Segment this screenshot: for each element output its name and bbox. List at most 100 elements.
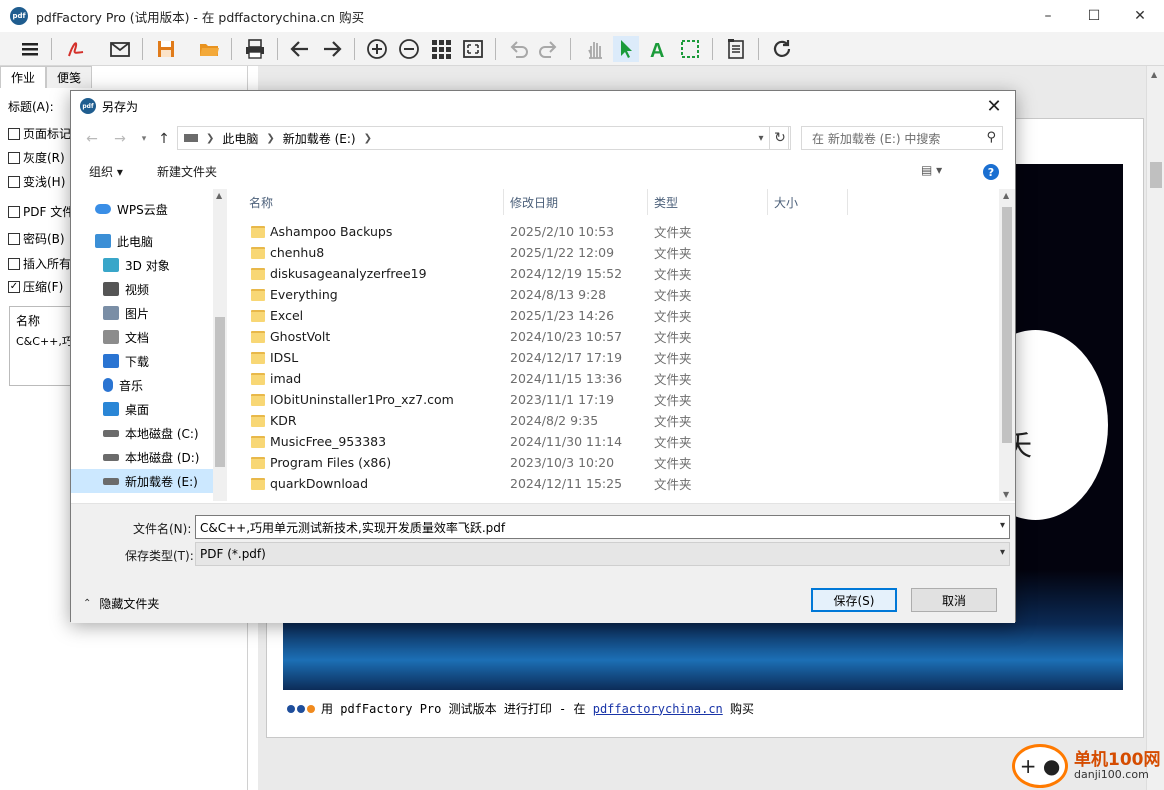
zoom-in-icon[interactable] (364, 36, 390, 62)
column-divider[interactable] (847, 189, 848, 215)
address-dropdown-icon[interactable]: ▾ (751, 126, 771, 150)
redo-icon[interactable] (535, 36, 561, 62)
checkbox[interactable] (8, 175, 20, 188)
scroll-up-icon[interactable]: ▲ (216, 191, 222, 200)
window-close-button[interactable]: ✕ (1117, 0, 1163, 32)
thumbnails-grid-icon[interactable] (428, 36, 454, 62)
address-bar[interactable]: ❯ 此电脑 ❯ 新加载卷 (E:) ❯ (177, 126, 789, 150)
column-date[interactable]: 修改日期 (510, 189, 558, 215)
scrollbar-thumb[interactable] (215, 317, 225, 467)
select-cursor-icon[interactable] (613, 36, 639, 62)
search-box[interactable]: 在 新加载卷 (E:) 中搜索 ⚲ (801, 126, 1003, 150)
hide-folders-toggle[interactable]: ⌃ 隐藏文件夹 (83, 595, 159, 612)
checkbox[interactable] (8, 127, 20, 140)
option-insert-all[interactable]: 插入所有 (8, 255, 71, 272)
nav-recent-chevron-icon[interactable]: ▾ (133, 127, 155, 151)
nav-item-desktop[interactable]: 桌面 (71, 397, 213, 421)
cancel-button[interactable]: 取消 (911, 588, 997, 612)
chevron-down-icon[interactable]: ▾ (1000, 547, 1005, 558)
option-lighten[interactable]: 变浅(H) (8, 173, 65, 190)
minimize-button[interactable]: – (1025, 0, 1071, 32)
print-icon[interactable] (242, 36, 268, 62)
breadcrumb-this-pc[interactable]: 此电脑 (222, 130, 258, 147)
nav-item-wps-cloud[interactable]: WPS云盘 (71, 197, 213, 221)
scrollbar-thumb[interactable] (1150, 162, 1162, 188)
column-size[interactable]: 大小 (774, 189, 798, 215)
nav-item-drive-e[interactable]: 新加载卷 (E:) (71, 469, 213, 493)
file-row[interactable]: MusicFree_953383 2024/11/30 11:14 文件夹 (229, 431, 999, 452)
nav-item-music[interactable]: 音乐 (71, 373, 213, 397)
file-row[interactable]: Program Files (x86) 2023/10/3 10:20 文件夹 (229, 452, 999, 473)
fit-page-icon[interactable] (460, 36, 486, 62)
file-row[interactable]: chenhu8 2025/1/22 12:09 文件夹 (229, 242, 999, 263)
file-row[interactable]: imad 2024/11/15 13:36 文件夹 (229, 368, 999, 389)
text-tool-icon[interactable]: A (645, 36, 671, 62)
preview-scrollbar[interactable]: ▲ (1146, 66, 1164, 790)
file-row[interactable]: KDR 2024/8/2 9:35 文件夹 (229, 410, 999, 431)
maximize-button[interactable]: ☐ (1071, 0, 1117, 32)
nav-item-drive-d[interactable]: 本地磁盘 (D:) (71, 445, 213, 469)
nav-item-videos[interactable]: 视频 (71, 277, 213, 301)
file-row[interactable]: Everything 2024/8/13 9:28 文件夹 (229, 284, 999, 305)
nav-item-this-pc[interactable]: 此电脑 (71, 229, 213, 253)
new-folder-button[interactable]: 新建文件夹 (157, 163, 217, 180)
filename-input[interactable]: C&C++,巧用单元测试新技术,实现开发质量效率飞跃.pdf ▾ (195, 515, 1010, 539)
file-row[interactable]: IObitUninstaller1Pro_xz7.com 2023/11/1 17… (229, 389, 999, 410)
column-name[interactable]: ⌃ 名称 (249, 189, 397, 215)
navigation-pane-scrollbar[interactable]: ▲ (213, 189, 227, 501)
breadcrumb-drive-e[interactable]: 新加载卷 (E:) (283, 130, 356, 147)
address-refresh-icon[interactable]: ↻ (769, 126, 791, 150)
column-divider[interactable] (503, 189, 504, 215)
option-grayscale[interactable]: 灰度(R) (8, 149, 65, 166)
file-row[interactable]: IDSL 2024/12/17 17:19 文件夹 (229, 347, 999, 368)
area-select-icon[interactable] (677, 36, 703, 62)
nav-up-icon[interactable]: ↑ (153, 127, 175, 151)
nav-item-downloads[interactable]: 下载 (71, 349, 213, 373)
file-row[interactable]: Excel 2025/1/23 14:26 文件夹 (229, 305, 999, 326)
column-divider[interactable] (767, 189, 768, 215)
filetype-select[interactable]: PDF (*.pdf) ▾ (195, 542, 1010, 566)
zoom-out-icon[interactable] (396, 36, 422, 62)
file-row[interactable]: Ashampoo Backups 2025/2/10 10:53 文件夹 (229, 221, 999, 242)
chevron-down-icon[interactable]: ▾ (1000, 520, 1005, 531)
help-icon[interactable]: ? (983, 164, 999, 180)
save-icon[interactable] (153, 36, 179, 62)
nav-item-drive-c[interactable]: 本地磁盘 (C:) (71, 421, 213, 445)
checkbox-checked[interactable]: ✓ (8, 280, 20, 293)
file-row[interactable]: diskusageanalyzerfree19 2024/12/19 15:52 文… (229, 263, 999, 284)
tab-notes[interactable]: 便笺 (46, 66, 93, 88)
option-pdf-file[interactable]: PDF 文件 (8, 203, 74, 220)
view-options-icon[interactable]: ▤ ▾ (921, 163, 942, 177)
refresh-icon[interactable] (769, 36, 795, 62)
menu-icon[interactable] (17, 36, 43, 62)
properties-icon[interactable] (723, 36, 749, 62)
save-button[interactable]: 保存(S) (811, 588, 897, 612)
footer-link[interactable]: pdffactorychina.cn (593, 702, 723, 716)
scroll-up-icon[interactable]: ▲ (1151, 70, 1157, 79)
nav-back-icon[interactable]: ← (81, 127, 103, 151)
forward-arrow-icon[interactable] (319, 36, 345, 62)
checkbox[interactable] (8, 232, 20, 245)
nav-item-pictures[interactable]: 图片 (71, 301, 213, 325)
undo-icon[interactable] (506, 36, 532, 62)
checkbox[interactable] (8, 151, 20, 164)
scrollbar-thumb[interactable] (1002, 207, 1012, 443)
nav-item-3d-objects[interactable]: 3D 对象 (71, 253, 213, 277)
tab-job[interactable]: 作业 (0, 66, 47, 88)
column-type[interactable]: 类型 (654, 189, 678, 215)
file-list-scrollbar[interactable]: ▲ ▼ (999, 189, 1015, 501)
back-arrow-icon[interactable] (287, 36, 313, 62)
breadcrumb-chevron-icon[interactable]: ❯ (266, 133, 274, 144)
email-icon[interactable] (107, 36, 133, 62)
open-folder-icon[interactable] (196, 36, 222, 62)
checkbox[interactable] (8, 205, 20, 218)
option-password[interactable]: 密码(B) (8, 230, 65, 247)
hand-tool-icon[interactable] (582, 36, 608, 62)
breadcrumb-chevron-icon[interactable]: ❯ (206, 133, 214, 144)
organize-button[interactable]: 组织 ▾ (89, 163, 123, 180)
file-row[interactable]: GhostVolt 2024/10/23 10:57 文件夹 (229, 326, 999, 347)
column-divider[interactable] (647, 189, 648, 215)
dialog-close-button[interactable]: ✕ (979, 94, 1009, 118)
option-page-marks[interactable]: 页面标记 (8, 125, 71, 142)
nav-item-documents[interactable]: 文档 (71, 325, 213, 349)
